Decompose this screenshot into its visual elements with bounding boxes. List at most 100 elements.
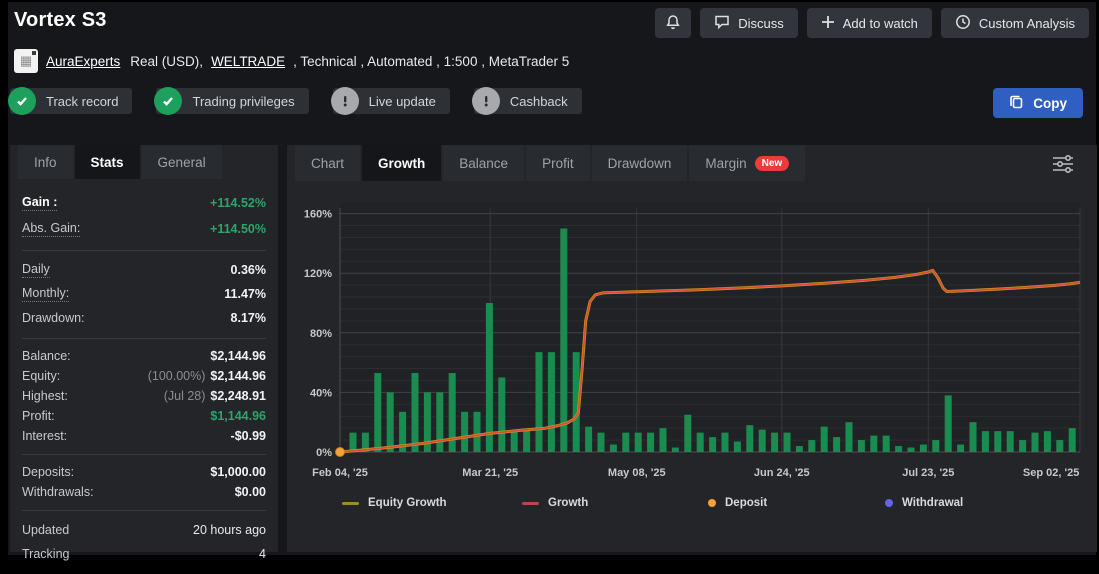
line-swatch bbox=[522, 502, 539, 505]
notifications-button[interactable] bbox=[655, 8, 691, 38]
stat-value: $0.00 bbox=[235, 485, 266, 499]
stat-label: Gain : bbox=[22, 195, 57, 211]
account-details-text: , Technical , Automated , 1:500 , MetaTr… bbox=[293, 54, 569, 69]
badge-label: Track record bbox=[46, 94, 118, 109]
badge-trading-privileges: Trading privileges bbox=[156, 88, 308, 114]
tab-label: Balance bbox=[459, 156, 508, 171]
stat-value: 20 hours ago bbox=[193, 523, 266, 537]
stat-value: 0.36% bbox=[231, 263, 266, 277]
stat-row: Interest:-$0.99 bbox=[22, 426, 266, 446]
exclamation-icon bbox=[472, 87, 500, 115]
growth-chart[interactable]: 0%40%80%120%160%Feb 04, '25Mar 21, '25Ma… bbox=[295, 200, 1089, 492]
badge-label: Trading privileges bbox=[192, 94, 294, 109]
page-header: Vortex S3 Discuss Add to watch Custom An… bbox=[8, 2, 1096, 44]
tab-label: Stats bbox=[91, 155, 124, 170]
stat-value: +114.50% bbox=[210, 222, 266, 236]
chart-tab-chart[interactable]: Chart bbox=[295, 145, 360, 181]
exclamation-icon bbox=[331, 87, 359, 115]
svg-text:0%: 0% bbox=[316, 447, 332, 459]
svg-text:May 08, '25: May 08, '25 bbox=[608, 467, 666, 479]
stat-row: Updated 20 hours ago bbox=[22, 518, 266, 542]
svg-text:Mar 21, '25: Mar 21, '25 bbox=[462, 467, 518, 479]
legend-withdrawal[interactable]: Withdrawal bbox=[885, 497, 963, 509]
svg-text:Jun 24, '25: Jun 24, '25 bbox=[754, 467, 810, 479]
chart-legend: Equity Growth Growth Deposit Withdrawal bbox=[295, 497, 1089, 517]
stats-group: Daily0.36%Monthly:11.47%Drawdown:8.17% bbox=[22, 250, 266, 338]
stat-label: Updated bbox=[22, 523, 69, 537]
discuss-button[interactable]: Discuss bbox=[700, 8, 798, 38]
account-type-text: Real (USD), bbox=[130, 54, 203, 69]
chart-settings-icon[interactable] bbox=[1051, 153, 1075, 180]
svg-text:40%: 40% bbox=[310, 387, 332, 399]
legend-equity-growth[interactable]: Equity Growth bbox=[342, 497, 447, 509]
stat-row: Gain : +114.52% bbox=[22, 190, 266, 216]
stat-row: Withdrawals:$0.00 bbox=[22, 482, 266, 502]
stats-tab-stats[interactable]: Stats bbox=[75, 145, 140, 179]
account-page: Vortex S3 Discuss Add to watch Custom An… bbox=[8, 2, 1096, 555]
custom-analysis-button[interactable]: Custom Analysis bbox=[941, 8, 1089, 38]
stat-value: +114.52% bbox=[210, 196, 266, 210]
svg-text:80%: 80% bbox=[310, 328, 332, 340]
chart-tab-margin[interactable]: Margin New bbox=[689, 145, 805, 181]
legend-deposit[interactable]: Deposit bbox=[708, 497, 767, 509]
stat-value-prefix: (Jul 28) bbox=[164, 389, 206, 403]
stats-panel: Info Stats General Gain : +114.52% Abs. Gain… bbox=[10, 145, 278, 552]
custom-analysis-label: Custom Analysis bbox=[979, 16, 1075, 31]
chart-tab-growth[interactable]: Growth bbox=[362, 145, 441, 181]
stat-label: Tracking bbox=[22, 547, 69, 561]
chart-tabs: Chart Growth Balance ProfitDrawdown Margin Ne… bbox=[287, 145, 1097, 181]
svg-text:Jul 23, '25: Jul 23, '25 bbox=[902, 467, 954, 479]
stat-row: Daily0.36% bbox=[22, 258, 266, 282]
vendor-avatar: ▦ bbox=[14, 49, 38, 73]
tab-label: Margin bbox=[705, 156, 746, 171]
stat-label: Interest: bbox=[22, 429, 67, 443]
tab-label: Info bbox=[34, 155, 57, 170]
clock-icon bbox=[955, 14, 971, 33]
stats-group: Balance:$2,144.96Equity:(100.00%)$2,144.… bbox=[22, 338, 266, 454]
header-actions: Discuss Add to watch Custom Analysis bbox=[655, 8, 1089, 38]
add-to-watch-button[interactable]: Add to watch bbox=[807, 8, 932, 38]
stat-row: Deposits:$1,000.00 bbox=[22, 462, 266, 482]
stat-label: Profit: bbox=[22, 409, 55, 423]
vendor-link[interactable]: AuraExperts bbox=[46, 54, 120, 69]
stat-label: Equity: bbox=[22, 369, 60, 383]
stat-label: Highest: bbox=[22, 389, 68, 403]
stats-tab-general[interactable]: General bbox=[142, 145, 222, 179]
chart-tab-balance[interactable]: Balance bbox=[443, 145, 524, 181]
stat-value: $1,000.00 bbox=[210, 465, 266, 479]
dot-swatch bbox=[708, 499, 716, 507]
stat-row: Drawdown:8.17% bbox=[22, 306, 266, 330]
tab-label: Chart bbox=[311, 156, 344, 171]
badge-label: Live update bbox=[369, 94, 436, 109]
verification-badges: Track record Trading privileges Live updat… bbox=[10, 88, 582, 114]
stat-value: 4 bbox=[259, 547, 266, 561]
legend-label: Equity Growth bbox=[368, 497, 447, 509]
legend-label: Withdrawal bbox=[902, 497, 963, 509]
chart-tab-drawdown[interactable]: Drawdown bbox=[592, 145, 688, 181]
plus-icon bbox=[821, 15, 835, 32]
legend-label: Deposit bbox=[725, 497, 767, 509]
stat-row: Abs. Gain:+114.50% bbox=[22, 216, 266, 242]
stat-label: Drawdown: bbox=[22, 311, 85, 325]
stats-groups: Gain : +114.52% Abs. Gain:+114.50% Daily0.3… bbox=[10, 179, 278, 574]
chart-tab-profit[interactable]: Profit bbox=[526, 145, 590, 181]
stat-row: Tracking 4 bbox=[22, 542, 266, 566]
stats-group: Updated 20 hours ago Tracking 4 bbox=[22, 510, 266, 574]
check-icon bbox=[154, 87, 182, 115]
stat-value: $2,144.96 bbox=[210, 349, 266, 363]
svg-text:Sep 02, '25: Sep 02, '25 bbox=[1023, 467, 1079, 479]
badge-live-update: Live update bbox=[333, 88, 450, 114]
account-meta: ▦ AuraExperts Real (USD), WELTRADE , Tec… bbox=[14, 48, 569, 74]
deposit-marker bbox=[336, 448, 345, 457]
dot-swatch bbox=[885, 499, 893, 507]
svg-text:120%: 120% bbox=[304, 268, 332, 280]
new-badge: New bbox=[755, 156, 790, 171]
chart-panel: Chart Growth Balance ProfitDrawdown Margin Ne… bbox=[287, 145, 1097, 552]
stats-tab-info[interactable]: Info bbox=[18, 145, 73, 179]
broker-link[interactable]: WELTRADE bbox=[211, 54, 285, 69]
copy-button[interactable]: Copy bbox=[993, 88, 1083, 118]
svg-text:Feb 04, '25: Feb 04, '25 bbox=[312, 467, 368, 479]
stat-value: $1,144.96 bbox=[210, 409, 266, 423]
discuss-label: Discuss bbox=[738, 16, 784, 31]
legend-growth[interactable]: Growth bbox=[522, 497, 588, 509]
